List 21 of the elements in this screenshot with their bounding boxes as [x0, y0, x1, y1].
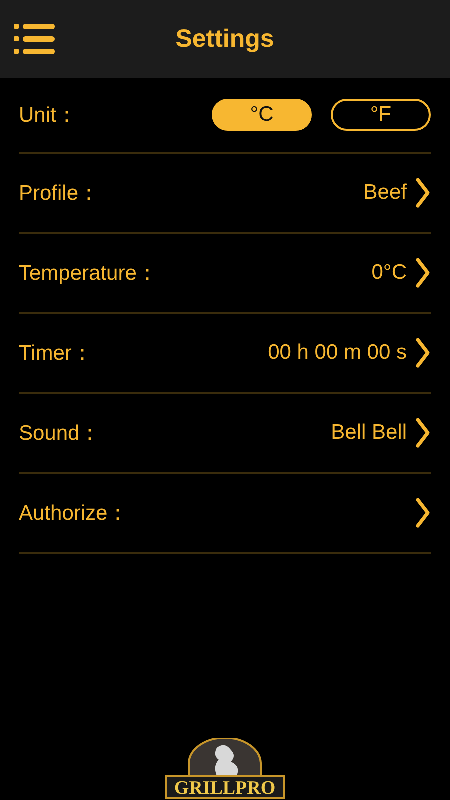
chevron-right-icon[interactable] — [415, 497, 431, 529]
menu-button[interactable] — [13, 21, 57, 57]
setting-label: Temperature： — [19, 261, 159, 287]
unit-toggle[interactable]: °C — [212, 99, 312, 131]
setting-value: Beef — [364, 181, 407, 205]
setting-value: Bell Bell — [331, 421, 407, 445]
chevron-right-icon[interactable] — [415, 337, 431, 369]
setting-value: 00 h 00 m 00 s — [268, 341, 407, 365]
unit-toggle[interactable]: °F — [331, 99, 431, 131]
setting-label: Timer： — [19, 341, 94, 367]
chevron-right-icon[interactable] — [415, 257, 431, 289]
chevron-right-icon[interactable] — [415, 417, 431, 449]
menu-icon — [13, 21, 57, 57]
setting-label: Sound： — [19, 421, 102, 447]
setting-label: Authorize： — [19, 501, 130, 527]
chevron-right-icon[interactable] — [415, 177, 431, 209]
screen-title: Settings — [176, 24, 274, 54]
brand-logo: GRILLPRO — [165, 738, 285, 800]
setting-value: 0°C — [372, 261, 407, 285]
unit-label: Unit： — [19, 103, 78, 129]
setting-label: Profile： — [19, 181, 101, 207]
